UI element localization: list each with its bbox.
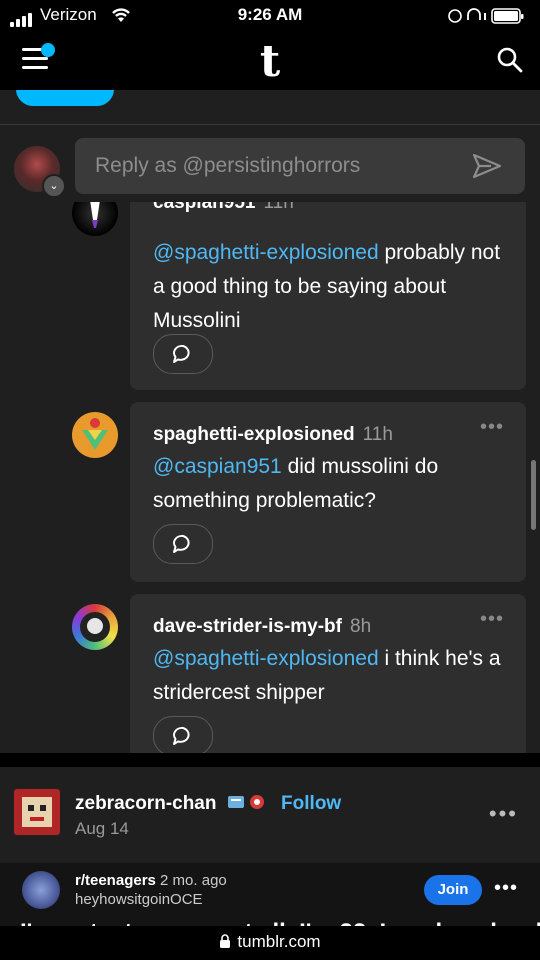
reply-bubble-button[interactable]	[153, 334, 213, 374]
ad-username: heyhowsitgoinOCE	[75, 891, 203, 908]
comment-time: 11h	[362, 424, 393, 445]
battery-icon	[448, 8, 524, 24]
lock-icon	[220, 934, 231, 948]
more-options-icon[interactable]: •••	[480, 416, 504, 439]
more-options-icon[interactable]: •••	[489, 801, 518, 827]
avatar[interactable]	[72, 604, 118, 650]
join-button[interactable]: Join	[424, 875, 482, 905]
reply-pill-button[interactable]	[16, 90, 114, 106]
divider	[0, 124, 540, 125]
ad-age: 2 mo. ago	[160, 872, 227, 889]
url-bar[interactable]: tumblr.com	[0, 926, 540, 960]
comment-body: @spaghetti-explosioned probably not a go…	[153, 236, 513, 338]
search-icon[interactable]	[496, 46, 524, 74]
speech-bubble-icon	[173, 534, 190, 553]
ad-subreddit-line: r/teenagers 2 mo. ago	[75, 872, 227, 889]
mention-link[interactable]: @caspian951	[153, 455, 282, 478]
avatar-art-icon	[80, 612, 110, 642]
post-username[interactable]: zebracorn-chan	[75, 793, 216, 814]
avatar[interactable]	[22, 871, 60, 909]
reply-bubble-button[interactable]	[153, 716, 213, 753]
comment-card: caspian95111h ••• @spaghetti-explosioned…	[130, 170, 526, 390]
post-author: zebracorn-chan Follow	[75, 793, 341, 815]
speech-bubble-icon	[173, 726, 190, 745]
reply-bubble-button[interactable]	[153, 524, 213, 564]
more-options-icon[interactable]: •••	[494, 877, 518, 900]
reply-row: ⌄ Reply as @persistinghorrors	[0, 130, 540, 202]
send-icon[interactable]	[471, 152, 503, 180]
mention-link[interactable]: @spaghetti-explosioned	[153, 241, 379, 264]
avatar-art-icon	[22, 797, 52, 827]
badge-icon	[227, 795, 264, 809]
speech-bubble-icon	[173, 344, 190, 363]
chevron-down-icon[interactable]: ⌄	[42, 174, 66, 198]
avatar[interactable]	[14, 789, 60, 835]
status-bar: Verizon 9:26 AM	[0, 0, 540, 32]
mention-link[interactable]: @spaghetti-explosioned	[153, 647, 379, 670]
comment-time: 8h	[350, 616, 372, 637]
comment-author: spaghetti-explosioned 11h	[153, 424, 393, 446]
post-date: Aug 14	[75, 819, 129, 838]
reply-placeholder: Reply as @persistinghorrors	[95, 154, 361, 177]
comment-body: @caspian951 did mussolini do something p…	[153, 450, 513, 518]
comment-author: dave-strider-is-my-bf 8h	[153, 616, 371, 638]
avatar[interactable]	[72, 412, 118, 458]
scrollbar[interactable]	[531, 460, 536, 530]
comment-card: dave-strider-is-my-bf 8h ••• @spaghetti-e…	[130, 594, 526, 753]
subreddit-name[interactable]: r/teenagers	[75, 872, 156, 889]
separator	[0, 753, 540, 767]
avatar-art-icon	[82, 418, 108, 450]
comment-username[interactable]: dave-strider-is-my-bf	[153, 616, 342, 637]
more-options-icon[interactable]: •••	[480, 608, 504, 631]
comment-body: @spaghetti-explosioned i think he's a st…	[153, 642, 513, 710]
replies-panel: ⌄ Reply as @persistinghorrors caspian951…	[0, 90, 540, 753]
comment-card: spaghetti-explosioned 11h ••• @caspian951…	[130, 402, 526, 582]
avatar[interactable]: ⌄	[14, 146, 66, 198]
comment-username[interactable]: spaghetti-explosioned	[153, 424, 355, 445]
follow-button[interactable]: Follow	[281, 793, 341, 814]
tumblr-logo[interactable]: t	[0, 36, 540, 87]
reply-input[interactable]: Reply as @persistinghorrors	[75, 138, 525, 194]
url-domain: tumblr.com	[237, 932, 321, 951]
app-header: t	[0, 32, 540, 90]
